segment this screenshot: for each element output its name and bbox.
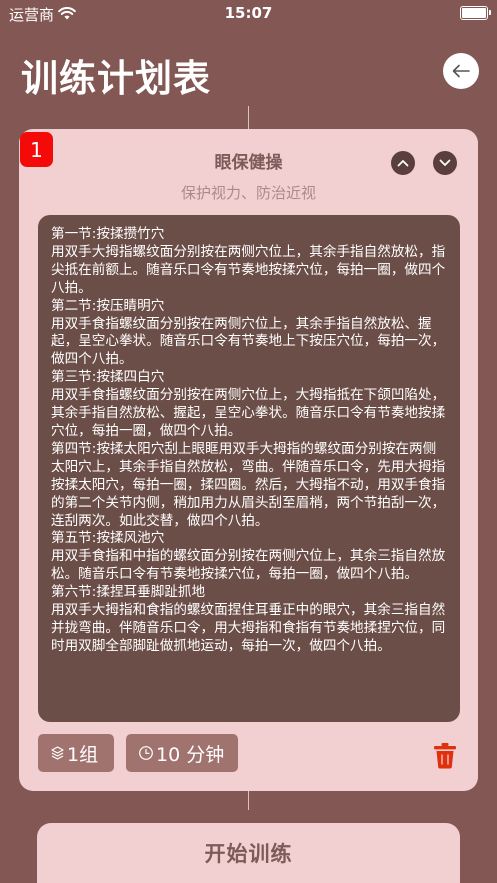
clock-icon — [139, 746, 153, 760]
exercise-description-box[interactable]: 第一节:按揉攒竹穴 用双手大拇指螺纹面分别按在两侧穴位上，其余手指自然放松，指尖… — [38, 215, 460, 722]
layers-icon — [51, 746, 64, 760]
sets-button[interactable]: 1组 — [38, 734, 114, 772]
start-training-button[interactable]: 开始训练 — [37, 823, 460, 883]
back-button[interactable] — [443, 53, 479, 89]
exercise-description-text: 第一节:按揉攒竹穴 用双手大拇指螺纹面分别按在两侧穴位上，其余手指自然放松，指尖… — [51, 226, 446, 654]
status-bar: 运营商 15:07 — [0, 0, 497, 26]
duration-button[interactable]: 10 分钟 — [126, 734, 238, 772]
clock-time: 15:07 — [224, 4, 273, 22]
chevron-up-icon — [397, 160, 409, 167]
page-title: 训练计划表 — [21, 57, 211, 100]
duration-label: 10 分钟 — [156, 743, 225, 766]
delete-button[interactable] — [433, 742, 457, 773]
move-down-button[interactable] — [433, 151, 457, 175]
timeline-connector-bottom — [248, 791, 249, 810]
trash-icon — [434, 743, 456, 769]
timeline-connector-top — [248, 106, 249, 129]
card-title: 眼保健操 — [214, 153, 283, 173]
card-subtitle: 保护视力、防治近视 — [180, 184, 316, 202]
sets-label: 1组 — [67, 743, 99, 766]
back-arrow-icon — [452, 64, 470, 78]
battery-icon — [460, 6, 491, 20]
chevron-down-icon — [439, 159, 451, 166]
move-up-button[interactable] — [391, 151, 415, 175]
